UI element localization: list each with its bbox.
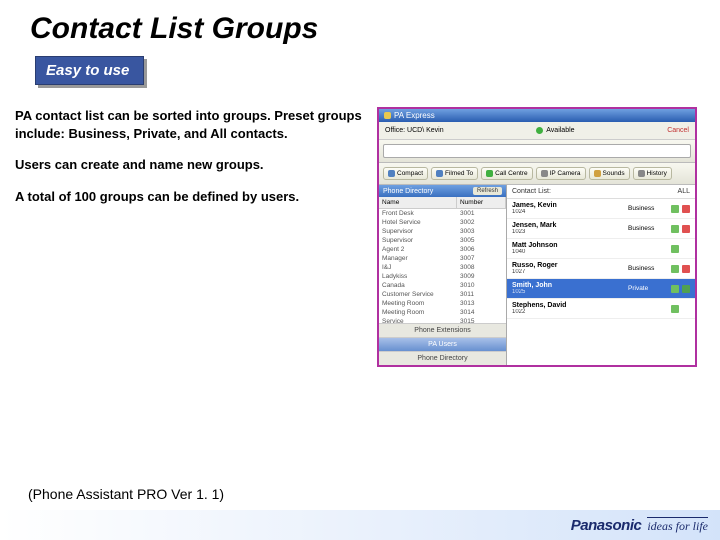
table-row[interactable]: Canada3010	[379, 281, 506, 290]
refresh-button[interactable]: Refresh	[473, 187, 502, 195]
paragraph: A total of 100 groups can be defined by …	[15, 188, 365, 206]
window-title-text: PA Express	[394, 111, 435, 120]
table-row[interactable]: Agent 23006	[379, 245, 506, 254]
compact-icon	[388, 170, 395, 177]
camera-icon	[541, 170, 548, 177]
contact-filter-dropdown[interactable]: ALL	[678, 188, 690, 195]
brand-tagline: ideas for life	[647, 517, 708, 534]
input-toolbar	[379, 140, 695, 163]
list-icon	[436, 170, 443, 177]
presence-icon	[671, 205, 679, 213]
phone-icon	[486, 170, 493, 177]
group-color-icon	[682, 285, 690, 293]
col-name[interactable]: Name	[379, 197, 457, 208]
paragraph: Users can create and name new groups.	[15, 156, 365, 174]
contact-list-pane: Contact List: ALL James, Kevin1024Busine…	[507, 185, 695, 365]
tab-phone-extensions[interactable]: Phone Extensions	[379, 323, 506, 337]
compact-button[interactable]: Compact	[383, 167, 428, 180]
tab-pa-users[interactable]: PA Users	[379, 337, 506, 351]
presence-icon	[671, 265, 679, 273]
group-color-icon	[682, 225, 690, 233]
main-panels: Phone Directory Refresh Name Number Fron…	[379, 185, 695, 365]
status-text[interactable]: Available	[546, 127, 574, 134]
office-label: Office: UCD\ Kevin	[385, 127, 444, 134]
presence-dot-icon	[536, 127, 543, 134]
group-color-icon	[682, 265, 690, 273]
version-note: (Phone Assistant PRO Ver 1. 1)	[28, 486, 224, 502]
subtitle-badge: Easy to use	[35, 56, 144, 85]
contact-list-header: Contact List: ALL	[507, 185, 695, 199]
history-button[interactable]: History	[633, 167, 672, 180]
contact-row[interactable]: Russo, Roger1027Business	[507, 259, 695, 279]
main-toolbar: Compact Filmed To Call Centre IP Camera …	[379, 163, 695, 185]
app-icon	[384, 112, 391, 119]
window-titlebar: PA Express	[379, 109, 695, 122]
presence-icon	[671, 285, 679, 293]
table-row[interactable]: Manager3007	[379, 254, 506, 263]
col-number[interactable]: Number	[457, 197, 506, 208]
group-color-icon	[682, 205, 690, 213]
phone-directory-pane: Phone Directory Refresh Name Number Fron…	[379, 185, 507, 365]
table-row[interactable]: Supervisor3005	[379, 236, 506, 245]
table-row[interactable]: Meeting Room3014	[379, 308, 506, 317]
table-row[interactable]: Ladykiss3009	[379, 272, 506, 281]
table-row[interactable]: Supervisor3003	[379, 227, 506, 236]
search-input[interactable]	[383, 144, 691, 158]
screenshot-column: PA Express Office: UCD\ Kevin Available …	[377, 107, 697, 367]
description-column: PA contact list can be sorted into group…	[15, 107, 365, 367]
content-row: PA contact list can be sorted into group…	[0, 85, 720, 367]
sound-icon	[594, 170, 601, 177]
table-row[interactable]: Customer Service3011	[379, 290, 506, 299]
directory-columns: Name Number	[379, 197, 506, 209]
tab-phone-directory[interactable]: Phone Directory	[379, 351, 506, 365]
presence-icon	[671, 245, 679, 253]
contact-row[interactable]: Stephens, David1022	[507, 299, 695, 319]
clock-icon	[638, 170, 645, 177]
contact-row[interactable]: James, Kevin1024Business	[507, 199, 695, 219]
table-row[interactable]: Front Desk3001	[379, 209, 506, 218]
presence-icon	[671, 225, 679, 233]
presence-icon	[671, 305, 679, 313]
pa-express-window: PA Express Office: UCD\ Kevin Available …	[377, 107, 697, 367]
brand-logo: Panasonic	[571, 517, 642, 534]
page-title: Contact List Groups	[0, 0, 720, 56]
table-row[interactable]: Meeting Room3013	[379, 299, 506, 308]
phone-directory-header: Phone Directory Refresh	[379, 185, 506, 197]
footer: Panasonic ideas for life	[0, 510, 720, 540]
ip-camera-button[interactable]: IP Camera	[536, 167, 586, 180]
paragraph: PA contact list can be sorted into group…	[15, 107, 365, 142]
table-row[interactable]: Hotel Service3002	[379, 218, 506, 227]
contact-list-label: Contact List:	[512, 188, 551, 195]
call-centre-button[interactable]: Call Centre	[481, 167, 533, 180]
contact-row[interactable]: Matt Johnson1040	[507, 239, 695, 259]
contact-row[interactable]: Jensen, Mark1023Business	[507, 219, 695, 239]
directory-list[interactable]: Front Desk3001Hotel Service3002Superviso…	[379, 209, 506, 323]
contact-row[interactable]: Smith, John1025Private	[507, 279, 695, 299]
contact-list[interactable]: James, Kevin1024BusinessJensen, Mark1023…	[507, 199, 695, 365]
filmed-to-button[interactable]: Filmed To	[431, 167, 478, 180]
sounds-button[interactable]: Sounds	[589, 167, 630, 180]
status-bar: Office: UCD\ Kevin Available Cancel	[379, 122, 695, 140]
cancel-link[interactable]: Cancel	[667, 127, 689, 134]
table-row[interactable]: I&J3008	[379, 263, 506, 272]
phone-directory-title: Phone Directory	[383, 188, 433, 195]
